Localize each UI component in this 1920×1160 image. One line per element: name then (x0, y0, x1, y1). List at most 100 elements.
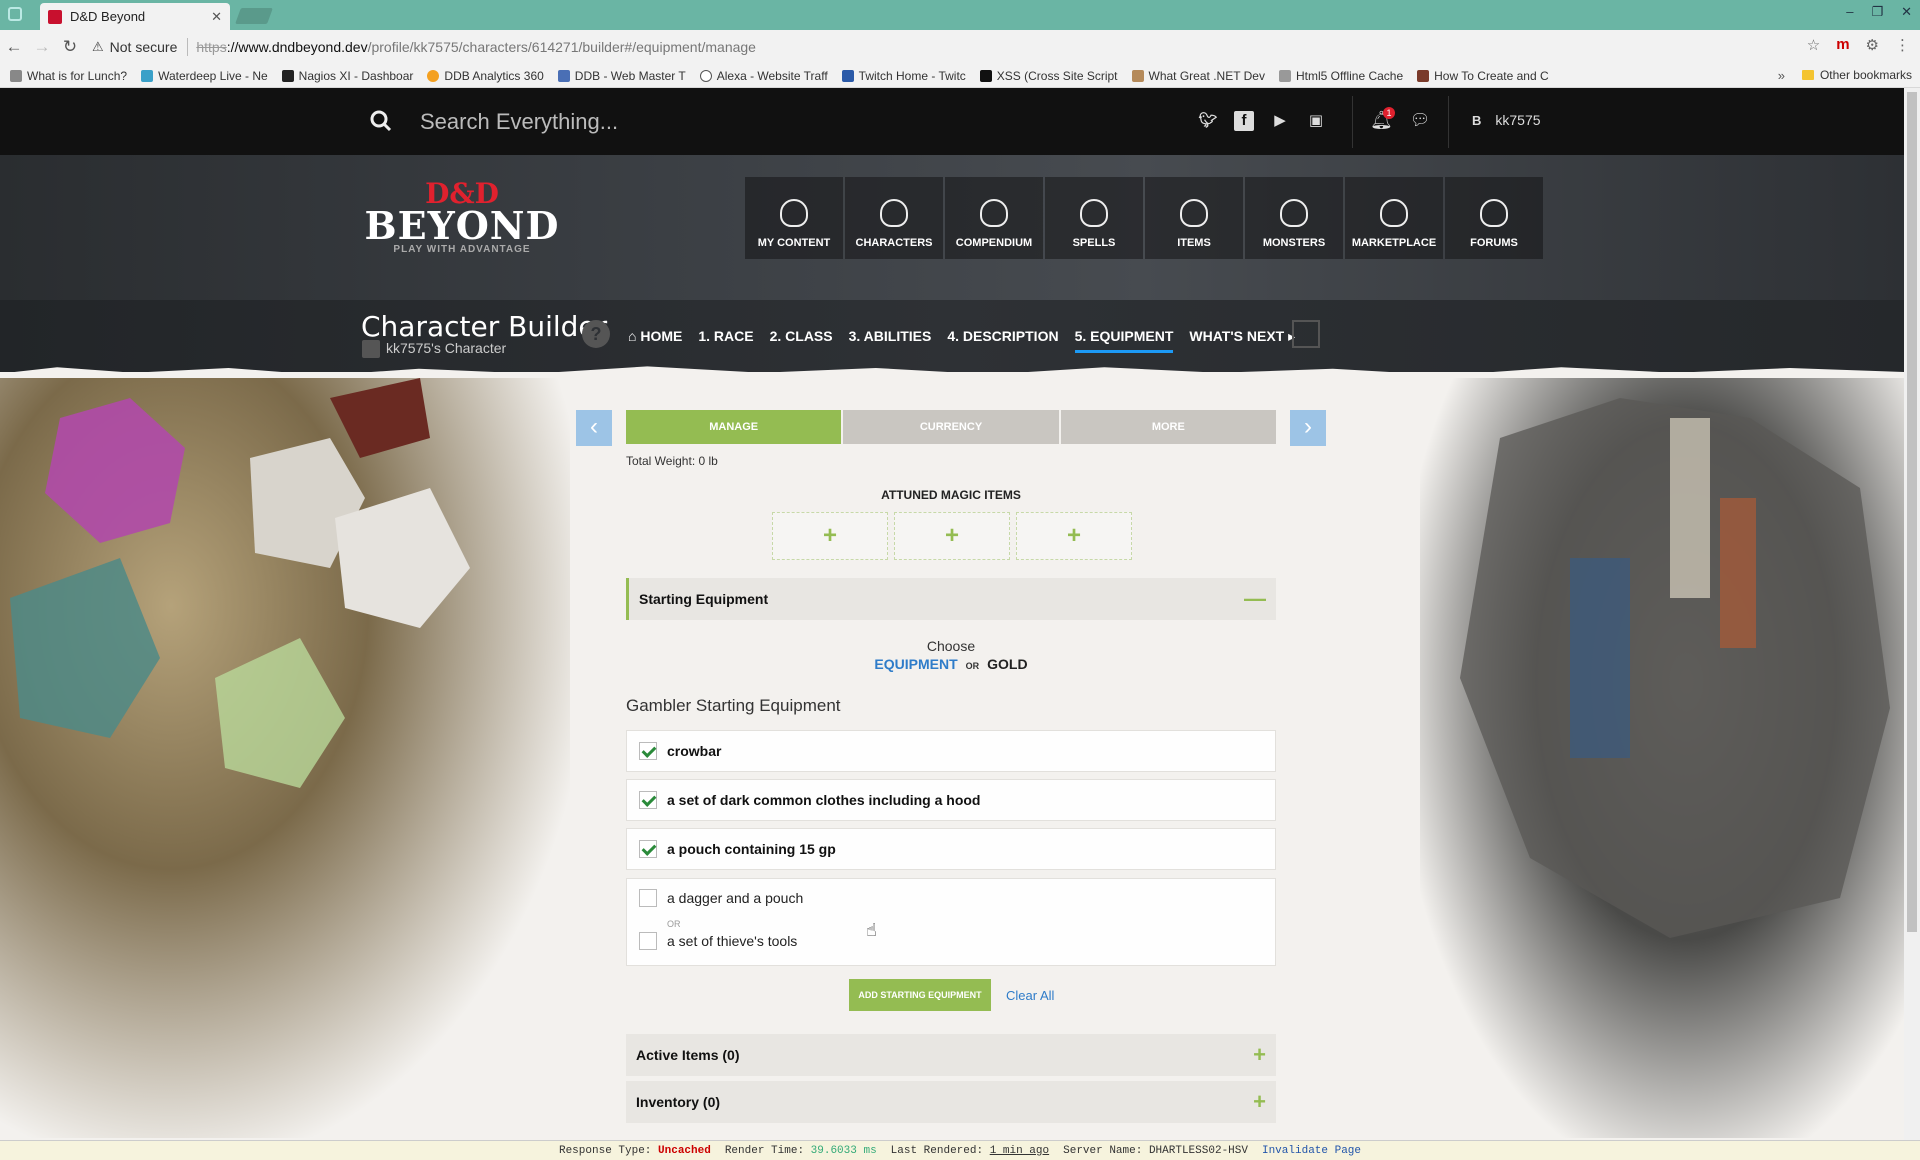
nav-items[interactable]: ITEMS (1145, 177, 1243, 259)
window-controls: – ❐ ✕ (1846, 4, 1912, 20)
attuned-slot[interactable]: + (1016, 512, 1132, 560)
restore-icon[interactable]: ❐ (1871, 4, 1883, 20)
builder-steps: ⌂ HOME 1. RACE 2. CLASS 3. ABILITIES 4. … (628, 328, 1295, 353)
attuned-slot[interactable]: + (772, 512, 888, 560)
back-icon[interactable]: ← (0, 37, 28, 57)
equipment-item[interactable]: a set of dark common clothes including a… (626, 779, 1276, 821)
step-class[interactable]: 2. CLASS (770, 328, 833, 353)
item-checkbox[interactable] (639, 742, 657, 760)
next-step-button[interactable]: › (1290, 410, 1326, 446)
search-input[interactable] (420, 102, 840, 142)
nav-characters[interactable]: CHARACTERS (845, 177, 943, 259)
facebook-icon[interactable]: f (1234, 111, 1254, 131)
extension-gear-icon[interactable]: ⚙ (1866, 36, 1879, 54)
item-checkbox[interactable] (639, 840, 657, 858)
tab-close-icon[interactable]: ✕ (211, 9, 222, 25)
character-sheet-icon[interactable] (1292, 320, 1320, 348)
prev-step-button[interactable]: ‹ (576, 410, 612, 446)
green-die (215, 638, 345, 788)
step-equipment[interactable]: 5. EQUIPMENT (1074, 328, 1174, 353)
close-window-icon[interactable]: ✕ (1901, 4, 1912, 20)
equipment-item[interactable]: crowbar (626, 730, 1276, 772)
inventory-header[interactable]: Inventory (0) + (626, 1081, 1276, 1123)
warrior-figure (1570, 558, 1630, 758)
option-checkbox[interactable] (639, 932, 657, 950)
forward-icon[interactable]: → (28, 37, 56, 57)
expand-icon[interactable]: + (1253, 1089, 1266, 1115)
browser-menu-icon[interactable]: ⋮ (1895, 36, 1910, 54)
search-icon[interactable] (370, 110, 392, 132)
tab-currency[interactable]: CURRENCY (843, 410, 1059, 444)
extension-m-icon[interactable]: m (1836, 36, 1849, 54)
choose-equipment-option[interactable]: EQUIPMENT (874, 656, 957, 672)
window-menu-icon[interactable] (8, 7, 22, 21)
debug-status-bar: Response Type: Uncached Render Time: 39.… (0, 1140, 1920, 1160)
reload-icon[interactable]: ↻ (56, 37, 84, 57)
bookmark-item[interactable]: DDB - Web Master T (557, 69, 686, 83)
purple-die (45, 398, 185, 543)
step-abilities[interactable]: 3. ABILITIES (849, 328, 932, 353)
bookmark-item[interactable]: Nagios XI - Dashboar (281, 69, 413, 83)
add-starting-equipment-button[interactable]: ADD STARTING EQUIPMENT (849, 979, 991, 1011)
dndbeyond-logo[interactable]: D&D BEYOND PLAY WITH ADVANTAGE (362, 180, 562, 256)
new-tab-button[interactable] (235, 8, 273, 24)
minimize-icon[interactable]: – (1846, 4, 1853, 20)
nav-compendium[interactable]: COMPENDIUM (945, 177, 1043, 259)
step-whats-next[interactable]: WHAT'S NEXT ▸ (1189, 328, 1295, 353)
twitter-icon[interactable]: 🐦︎ (1198, 111, 1218, 131)
monster-icon (1280, 199, 1308, 227)
bookmark-item[interactable]: Waterdeep Live - Ne (141, 69, 268, 83)
help-icon[interactable]: ? (582, 320, 610, 348)
chat-icon[interactable]: 💬︎ (1410, 110, 1430, 130)
user-menu[interactable]: B kk7575 (1472, 112, 1541, 128)
bookmark-item[interactable]: What is for Lunch? (10, 69, 127, 83)
expand-icon[interactable]: + (1253, 1042, 1266, 1068)
address-bar[interactable]: ⚠ Not secure https ://www.dndbeyond.dev … (92, 33, 1822, 61)
tab-more[interactable]: MORE (1060, 410, 1276, 444)
scrollbar-thumb[interactable] (1907, 92, 1917, 932)
bookmark-item[interactable]: How To Create and C (1417, 69, 1549, 83)
browser-tab[interactable]: D&D Beyond ✕ (40, 3, 230, 30)
nav-forums[interactable]: FORUMS (1445, 177, 1543, 259)
other-bookmarks[interactable]: Other bookmarks (1801, 68, 1912, 82)
bookmark-item[interactable]: Html5 Offline Cache (1278, 69, 1403, 83)
youtube-icon[interactable]: ▶ (1270, 111, 1290, 131)
starting-equipment-header[interactable]: Starting Equipment — (626, 578, 1276, 620)
equipment-item[interactable]: a pouch containing 15 gp (626, 828, 1276, 870)
nav-spells[interactable]: SPELLS (1045, 177, 1143, 259)
collapse-icon[interactable]: — (1244, 586, 1266, 612)
page-scrollbar[interactable] (1904, 88, 1920, 1140)
invalidate-page-link[interactable]: Invalidate Page (1262, 1145, 1361, 1157)
step-race[interactable]: 1. RACE (698, 328, 753, 353)
bookmark-star-icon[interactable]: ☆ (1807, 36, 1820, 54)
bookmark-favicon-icon (281, 69, 294, 82)
nav-marketplace[interactable]: MARKETPLACE (1345, 177, 1443, 259)
section-title: Starting Equipment (639, 591, 769, 607)
bookmark-item[interactable]: DDB Analytics 360 (427, 69, 544, 83)
item-label: crowbar (667, 743, 722, 759)
bookmarks-overflow-icon[interactable]: » (1778, 68, 1785, 83)
bookmark-favicon-icon (10, 69, 22, 82)
step-home[interactable]: ⌂ HOME (628, 328, 682, 353)
bookmark-item[interactable]: Alexa - Website Traff (699, 69, 828, 83)
choice-option-a[interactable]: a dagger and a pouch (639, 889, 803, 907)
item-checkbox[interactable] (639, 791, 657, 809)
clear-all-link[interactable]: Clear All (1006, 988, 1054, 1003)
bookmark-item[interactable]: XSS (Cross Site Script (979, 69, 1118, 83)
attuned-slot[interactable]: + (894, 512, 1010, 560)
url-host: ://www.dndbeyond.dev (226, 39, 368, 55)
bookmark-favicon-icon (427, 69, 440, 82)
option-checkbox[interactable] (639, 889, 657, 907)
twitch-icon[interactable]: ▣ (1306, 111, 1326, 131)
tab-manage[interactable]: MANAGE (626, 410, 842, 444)
active-items-header[interactable]: Active Items (0) + (626, 1034, 1276, 1076)
step-description[interactable]: 4. DESCRIPTION (947, 328, 1058, 353)
bookmark-item[interactable]: What Great .NET Dev (1131, 69, 1265, 83)
nav-my-content[interactable]: MY CONTENT (745, 177, 843, 259)
bookmark-item[interactable]: Twitch Home - Twitc (841, 69, 966, 83)
nav-monsters[interactable]: MONSTERS (1245, 177, 1343, 259)
character-name: kk7575's Character (386, 340, 507, 356)
browser-titlebar: D&D Beyond ✕ – ❐ ✕ (0, 0, 1920, 30)
choice-option-b[interactable]: a set of thieve's tools (639, 932, 797, 950)
choose-gold-option[interactable]: GOLD (987, 656, 1027, 672)
